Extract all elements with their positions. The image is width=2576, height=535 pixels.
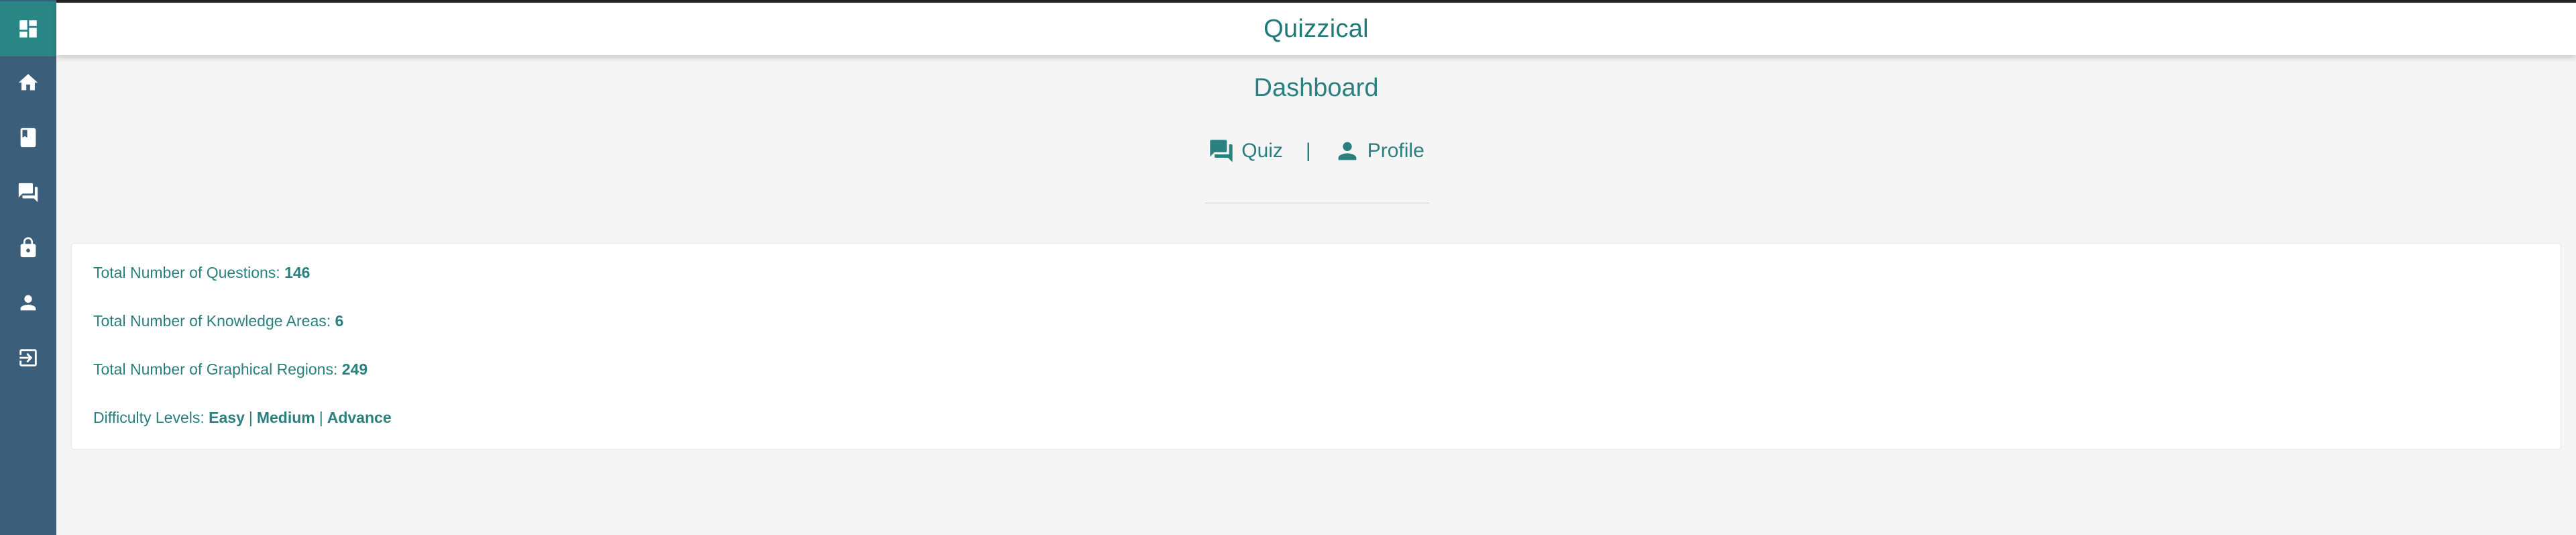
- stat-knowledge-areas: Total Number of Knowledge Areas: 6: [93, 312, 343, 330]
- sidebar: [0, 0, 56, 535]
- stat-questions-value: 146: [284, 264, 311, 281]
- app-title: Quizzical: [1264, 14, 1369, 43]
- home-icon: [18, 74, 38, 91]
- sidebar-item-dashboard[interactable]: [0, 1, 56, 56]
- logout-icon: [19, 349, 37, 367]
- sidebar-item-lock[interactable]: [0, 220, 56, 275]
- nav-separator: |: [1305, 140, 1311, 162]
- quiz-link-label: Quiz: [1241, 140, 1283, 162]
- dashboard-nav: Quiz | Profile: [56, 134, 2576, 168]
- stat-knowledge-areas-value: 6: [335, 312, 344, 330]
- stat-difficulty-label: Difficulty Levels:: [93, 409, 205, 426]
- stat-questions: Total Number of Questions: 146: [93, 264, 310, 282]
- difficulty-separator: |: [319, 409, 323, 426]
- sidebar-item-quiz[interactable]: [0, 165, 56, 220]
- page-title: Dashboard: [1253, 74, 1379, 102]
- dashboard-icon: [19, 20, 37, 38]
- profile-link-label: Profile: [1367, 140, 1424, 162]
- person-icon: [20, 295, 36, 311]
- sidebar-item-logout[interactable]: [0, 330, 56, 385]
- stat-graphical-regions-value: 249: [341, 360, 368, 378]
- person-icon: [1338, 142, 1357, 160]
- difficulty-advance[interactable]: Advance: [327, 409, 392, 426]
- difficulty-separator: |: [248, 409, 253, 426]
- difficulty-medium[interactable]: Medium: [257, 409, 315, 426]
- profile-link[interactable]: Profile: [1334, 138, 1424, 164]
- forum-icon: [1210, 140, 1233, 162]
- forum-icon: [18, 183, 38, 203]
- quiz-link[interactable]: Quiz: [1208, 138, 1283, 164]
- app-header: Quizzical: [56, 0, 2576, 55]
- stat-questions-label: Total Number of Questions:: [93, 264, 280, 281]
- stat-graphical-regions-label: Total Number of Graphical Regions:: [93, 360, 338, 378]
- sidebar-item-profile[interactable]: [0, 275, 56, 330]
- lock-icon: [20, 237, 36, 258]
- sidebar-item-home[interactable]: [0, 55, 56, 110]
- stat-knowledge-areas-label: Total Number of Knowledge Areas:: [93, 312, 331, 330]
- stat-difficulty-levels: Difficulty Levels: Easy | Medium | Advance: [93, 409, 392, 427]
- stat-graphical-regions: Total Number of Graphical Regions: 249: [93, 360, 368, 379]
- book-icon: [20, 128, 36, 148]
- sidebar-item-book[interactable]: [0, 110, 56, 165]
- difficulty-easy[interactable]: Easy: [209, 409, 245, 426]
- stats-card: Total Number of Questions: 146 Total Num…: [71, 243, 2561, 450]
